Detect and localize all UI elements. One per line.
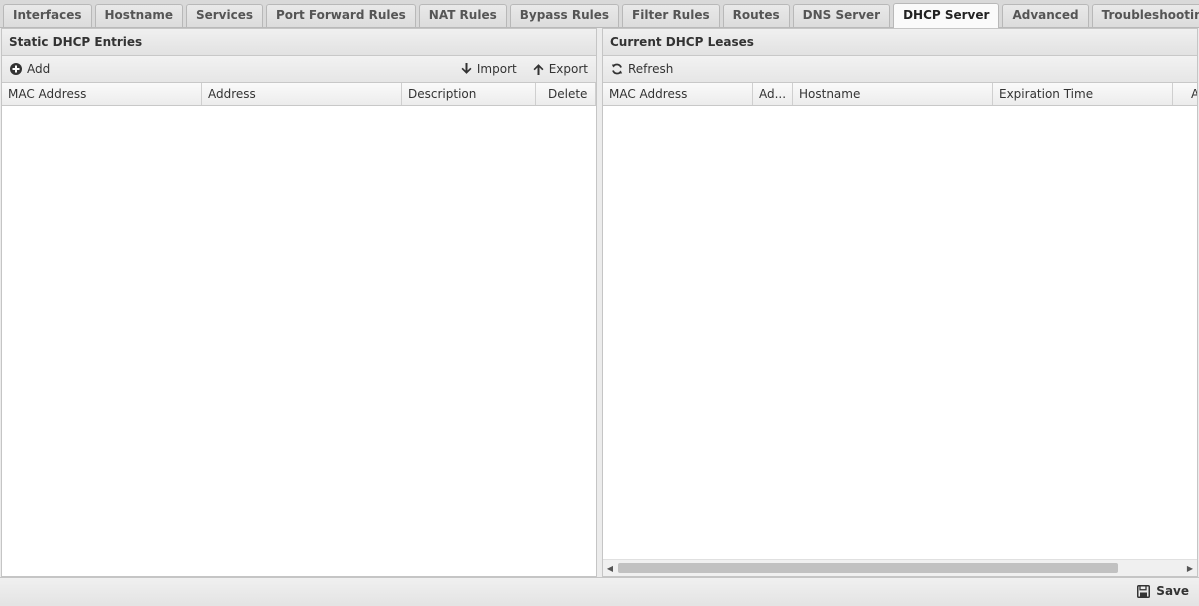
column-header-hostname[interactable]: Hostname bbox=[793, 83, 993, 105]
tab-nat-rules[interactable]: NAT Rules bbox=[418, 4, 507, 27]
tab-bar: Interfaces Hostname Services Port Forwar… bbox=[0, 0, 1199, 28]
column-header-address[interactable]: Address bbox=[202, 83, 402, 105]
leases-toolbar: Refresh bbox=[603, 56, 1197, 83]
scroll-right-icon[interactable]: ▶ bbox=[1183, 560, 1197, 576]
tab-port-forward-rules[interactable]: Port Forward Rules bbox=[266, 4, 416, 27]
refresh-icon bbox=[611, 63, 623, 75]
tab-interfaces[interactable]: Interfaces bbox=[3, 4, 92, 27]
tab-filter-rules[interactable]: Filter Rules bbox=[622, 4, 720, 27]
dhcp-server-page: Interfaces Hostname Services Port Forwar… bbox=[0, 0, 1199, 606]
tab-dhcp-server[interactable]: DHCP Server bbox=[893, 3, 1000, 28]
current-dhcp-leases-panel: Current DHCP Leases Refresh MAC Address … bbox=[602, 28, 1198, 577]
scrollbar-thumb[interactable] bbox=[618, 563, 1118, 573]
column-header-description[interactable]: Description bbox=[402, 83, 536, 105]
scroll-left-icon[interactable]: ◀ bbox=[603, 560, 617, 576]
refresh-button-label: Refresh bbox=[628, 62, 674, 76]
refresh-button[interactable]: Refresh bbox=[609, 62, 675, 76]
save-button[interactable]: Save bbox=[1137, 584, 1189, 598]
static-dhcp-entries-title: Static DHCP Entries bbox=[2, 29, 596, 56]
column-header-delete[interactable]: Delete bbox=[536, 83, 596, 105]
leases-horizontal-scrollbar[interactable]: ◀ ▶ bbox=[603, 559, 1197, 576]
export-button[interactable]: Export bbox=[531, 62, 590, 76]
column-header-mac-address[interactable]: MAC Address bbox=[2, 83, 202, 105]
tab-dns-server[interactable]: DNS Server bbox=[792, 4, 891, 27]
add-button[interactable]: Add bbox=[8, 62, 52, 76]
column-header-mac-address[interactable]: MAC Address bbox=[603, 83, 753, 105]
add-button-label: Add bbox=[27, 62, 51, 76]
arrow-down-icon bbox=[461, 63, 472, 75]
import-button-label: Import bbox=[476, 62, 517, 76]
tab-bypass-rules[interactable]: Bypass Rules bbox=[509, 4, 620, 27]
arrow-up-icon bbox=[533, 63, 544, 75]
import-button[interactable]: Import bbox=[459, 62, 519, 76]
static-dhcp-grid-header: MAC Address Address Description Delete bbox=[2, 83, 596, 106]
static-dhcp-entries-panel: Static DHCP Entries Add Import Export MA… bbox=[1, 28, 597, 577]
plus-circle-icon bbox=[10, 63, 22, 75]
column-header-expiration-time[interactable]: Expiration Time bbox=[993, 83, 1173, 105]
save-button-label: Save bbox=[1156, 584, 1189, 598]
leases-grid-header: MAC Address Ad... Hostname Expiration Ti… bbox=[603, 83, 1197, 106]
static-dhcp-grid-body bbox=[2, 106, 596, 576]
tab-troubleshooting[interactable]: Troubleshooting bbox=[1091, 4, 1199, 27]
tab-routes[interactable]: Routes bbox=[722, 4, 790, 27]
static-dhcp-toolbar: Add Import Export bbox=[2, 56, 596, 83]
footer-bar: Save bbox=[0, 577, 1199, 606]
tab-hostname[interactable]: Hostname bbox=[94, 4, 183, 27]
current-dhcp-leases-title: Current DHCP Leases bbox=[603, 29, 1197, 56]
column-header-address[interactable]: Ad... bbox=[753, 83, 793, 105]
tab-services[interactable]: Services bbox=[185, 4, 263, 27]
export-button-label: Export bbox=[548, 62, 588, 76]
tab-list: Interfaces Hostname Services Port Forwar… bbox=[0, 0, 1199, 28]
leases-grid-body bbox=[603, 106, 1197, 560]
tab-advanced[interactable]: Advanced bbox=[1002, 4, 1089, 27]
column-header-truncated[interactable]: A bbox=[1173, 83, 1197, 105]
floppy-disk-icon bbox=[1137, 584, 1151, 598]
